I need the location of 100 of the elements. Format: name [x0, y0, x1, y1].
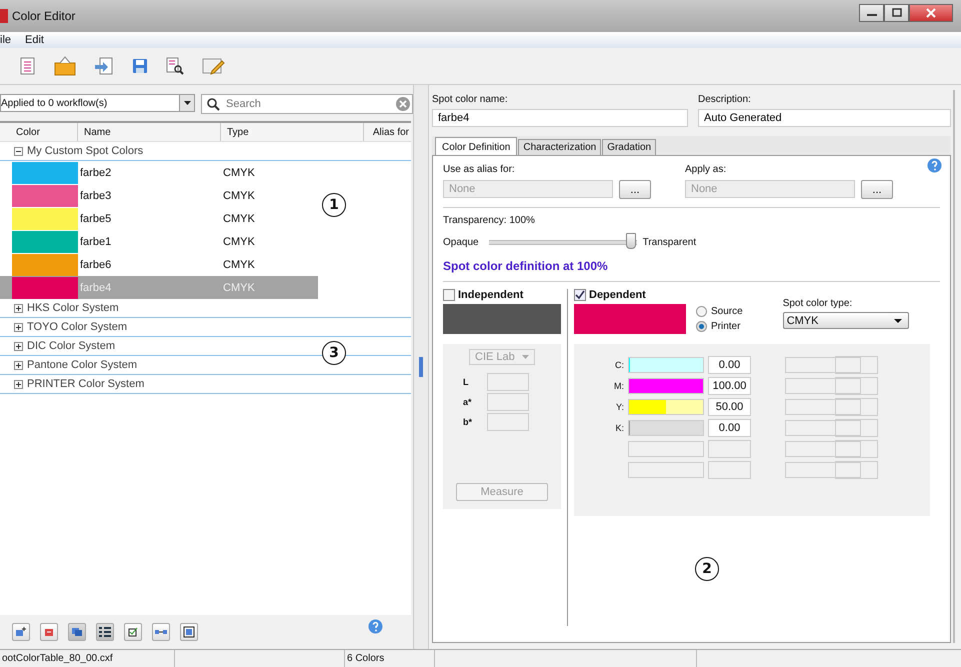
close-icon: [925, 8, 937, 18]
color-row[interactable]: farbe6 CMYK: [0, 253, 318, 276]
field-label: b*: [463, 417, 473, 427]
search-list-icon[interactable]: [166, 57, 184, 75]
save-icon[interactable]: [132, 58, 148, 74]
ink-label: Y:: [614, 402, 624, 412]
color-row[interactable]: farbe2 CMYK: [0, 161, 318, 184]
browse-button[interactable]: ...: [861, 180, 893, 199]
window-title: Color Editor: [12, 9, 76, 23]
menu-item[interactable]: Edit: [25, 34, 44, 46]
column-header[interactable]: Alias for: [364, 123, 411, 141]
group-label: HKS Color System: [27, 302, 119, 314]
duplicate-icon: [71, 627, 83, 637]
import-icon[interactable]: [94, 57, 114, 75]
expander-icon[interactable]: [14, 304, 23, 312]
status-file: ootColorTable_80_00.cxf: [0, 650, 175, 667]
tab[interactable]: Characterization: [518, 139, 602, 155]
color-row[interactable]: farbe3 CMYK: [0, 184, 318, 207]
checkbox[interactable]: [443, 289, 455, 301]
help-icon[interactable]: [927, 158, 942, 173]
color-row[interactable]: farbe1 CMYK: [0, 230, 318, 253]
spot-type-dropdown[interactable]: CMYK: [782, 312, 909, 329]
menu-item[interactable]: ile: [0, 34, 12, 46]
color-row[interactable]: farbe5 CMYK: [0, 207, 318, 230]
type-cell: CMYK: [223, 258, 255, 270]
link-button[interactable]: [152, 623, 170, 641]
type-cell: CMYK: [223, 166, 255, 178]
name-cell-text: farbe2: [80, 166, 112, 178]
splitter-handle[interactable]: [419, 357, 423, 377]
column-header[interactable]: Color: [0, 123, 78, 141]
column-header[interactable]: Type: [221, 123, 364, 141]
tab[interactable]: Color Definition: [435, 137, 518, 156]
empty-field: [835, 440, 878, 458]
list-icon: [98, 626, 112, 638]
input-field[interactable]: [487, 413, 529, 431]
name-cell-text: farbe5: [80, 212, 112, 224]
maximize-button[interactable]: [884, 4, 909, 22]
group-label: TOYO Color System: [27, 321, 128, 333]
group-label: PRINTER Color System: [27, 378, 144, 390]
list-view-button[interactable]: [96, 623, 114, 641]
field-label: Spot color name:: [432, 94, 509, 105]
empty-field: [708, 440, 751, 458]
checkbox-button[interactable]: [124, 623, 142, 641]
ink-value-field[interactable]: 0.00: [708, 356, 751, 374]
search-icon: [207, 98, 220, 111]
type-cell: CMYK: [223, 282, 255, 294]
clear-icon[interactable]: [396, 97, 410, 111]
close-button[interactable]: [909, 4, 953, 22]
field-label: a*: [463, 397, 473, 407]
field-label: Description:: [698, 94, 752, 105]
slider-thumb[interactable]: [626, 233, 636, 249]
frame-icon: [183, 626, 195, 638]
help-icon[interactable]: [368, 618, 383, 634]
input-field[interactable]: [487, 393, 529, 411]
expander-icon[interactable]: [14, 360, 23, 370]
input-field[interactable]: [487, 373, 529, 391]
field-label: L: [463, 377, 470, 387]
maximize-icon: [890, 8, 902, 18]
slider-label: Transparent: [642, 236, 696, 248]
transparency-label: Transparency: 100%: [443, 215, 536, 226]
add-button[interactable]: [12, 623, 30, 641]
folder-icon[interactable]: [54, 56, 76, 76]
checkbox-icon: [127, 627, 139, 637]
column-header[interactable]: Name: [78, 123, 221, 141]
frame-button[interactable]: [180, 623, 198, 641]
slider-label: Opaque: [443, 236, 479, 248]
radio-button[interactable]: [696, 306, 707, 317]
remove-button[interactable]: [40, 623, 58, 641]
expander-icon[interactable]: [14, 342, 23, 350]
ink-value-field[interactable]: 50.00: [708, 398, 751, 416]
checkbox-label: Dependent: [589, 289, 646, 301]
search-field[interactable]: Search: [201, 94, 413, 114]
expander-icon[interactable]: [14, 146, 23, 156]
name-field[interactable]: farbe4: [432, 109, 688, 127]
group-label: My Custom Spot Colors: [27, 145, 144, 157]
expander-icon[interactable]: [14, 380, 23, 388]
description-field[interactable]: Auto Generated: [698, 109, 951, 127]
radio-button[interactable]: [696, 321, 707, 332]
workflow-dropdown[interactable]: Applied to 0 workflow(s): [0, 94, 195, 112]
name-cell-text: farbe6: [80, 258, 112, 270]
remove-icon: [43, 627, 55, 637]
minimize-button[interactable]: [859, 4, 884, 22]
app-icon: [0, 8, 8, 24]
field-label: Apply as:: [685, 164, 728, 175]
empty-field: [835, 356, 878, 374]
empty-field: [835, 461, 878, 479]
duplicate-button[interactable]: [68, 623, 86, 641]
browse-button[interactable]: ...: [619, 180, 651, 199]
checkbox[interactable]: [574, 289, 586, 301]
expander-icon[interactable]: [14, 322, 23, 332]
tab[interactable]: Gradation: [602, 139, 656, 155]
new-list-icon[interactable]: [20, 57, 36, 75]
edit-icon[interactable]: [202, 57, 226, 75]
type-cell: CMYK: [223, 190, 255, 202]
caret-icon: [184, 101, 190, 105]
radio-label: Printer: [711, 321, 740, 332]
ink-value-field[interactable]: 0.00: [708, 419, 751, 437]
ink-value-field[interactable]: 100.00: [708, 377, 751, 395]
link-icon: [154, 627, 168, 637]
empty-field: [835, 419, 878, 437]
